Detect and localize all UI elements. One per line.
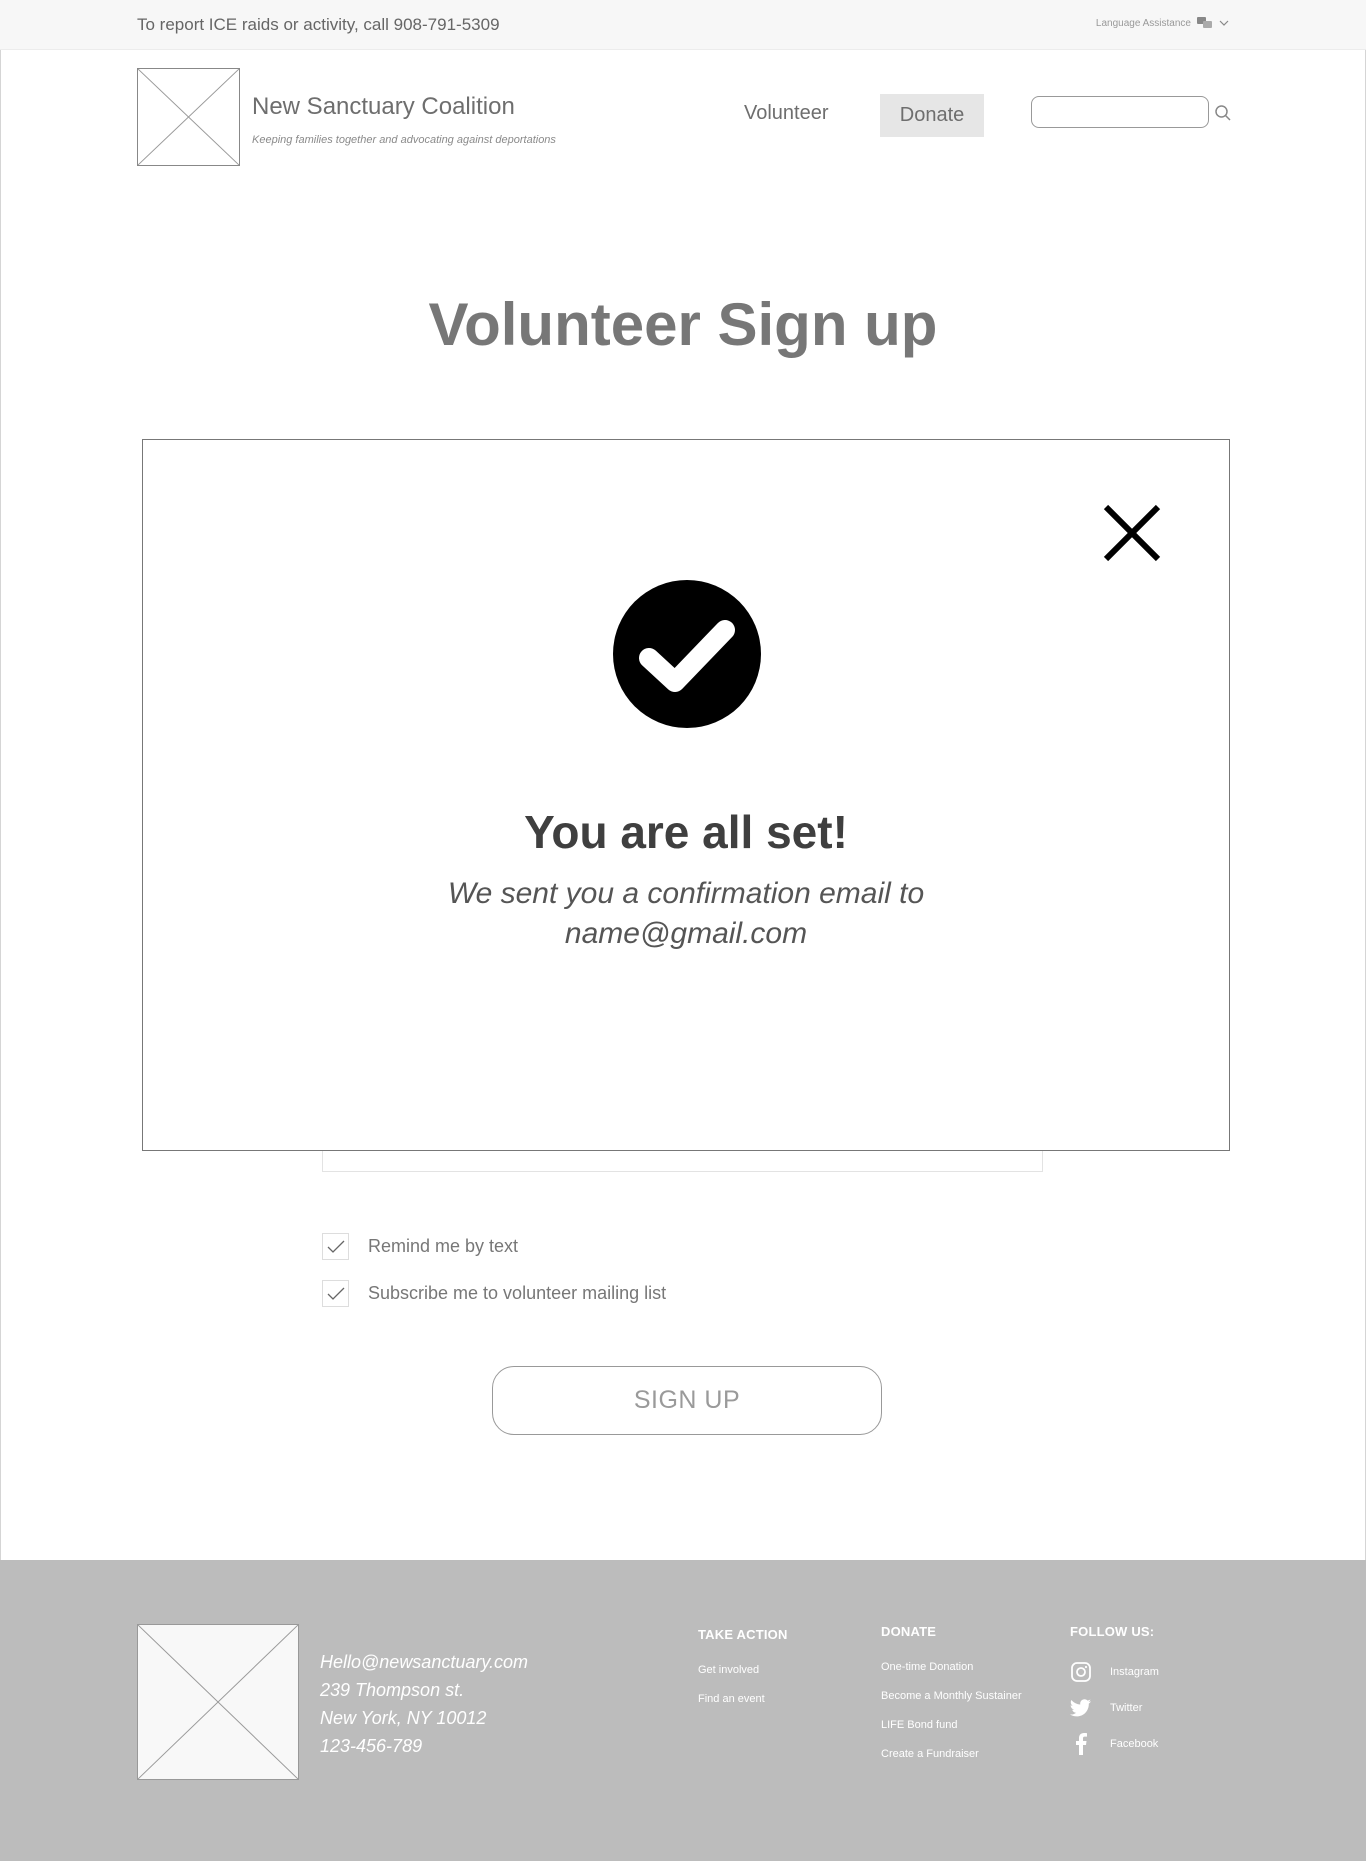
sign-up-button[interactable]: SIGN UP <box>492 1366 882 1435</box>
checkmark-icon <box>327 1287 344 1300</box>
footer-contact: Hello@newsanctuary.com 239 Thompson st. … <box>320 1648 528 1760</box>
footer-link-create-fundraiser[interactable]: Create a Fundraiser <box>881 1748 1022 1760</box>
language-assistance[interactable]: Language Assistance <box>1096 17 1229 29</box>
footer-phone: 123-456-789 <box>320 1736 423 1756</box>
footer: Hello@newsanctuary.com 239 Thompson st. … <box>0 1560 1366 1861</box>
footer-take-action: TAKE ACTION Get involved Find an event <box>698 1627 788 1722</box>
page-title: Volunteer Sign up <box>428 291 938 358</box>
modal-message-line1: We sent you a confirmation email to <box>447 877 925 910</box>
footer-logo-placeholder[interactable] <box>137 1624 299 1780</box>
chevron-down-icon <box>1219 20 1229 27</box>
subscribe-checkbox[interactable] <box>322 1280 349 1307</box>
brand-tagline: Keeping families together and advocating… <box>252 134 556 146</box>
modal-title: You are all set! <box>524 806 848 858</box>
modal-email: name@gmail.com <box>564 917 808 950</box>
footer-address-line2: New York, NY 10012 <box>320 1708 487 1728</box>
search-icon[interactable] <box>1214 104 1232 122</box>
check-circle-icon <box>613 580 761 728</box>
facebook-label: Facebook <box>1110 1738 1159 1750</box>
footer-link-monthly-sustainer[interactable]: Become a Monthly Sustainer <box>881 1690 1022 1702</box>
language-icon <box>1197 17 1213 29</box>
social-facebook[interactable]: Facebook <box>1070 1733 1159 1755</box>
footer-link-get-involved[interactable]: Get involved <box>698 1664 788 1676</box>
donate-heading: DONATE <box>881 1624 937 1639</box>
social-instagram[interactable]: Instagram <box>1070 1661 1159 1683</box>
remind-checkbox-row[interactable]: Remind me by text <box>322 1233 518 1260</box>
footer-donate: DONATE One-time Donation Become a Monthl… <box>881 1624 1022 1777</box>
top-bar: To report ICE raids or activity, call 90… <box>0 0 1366 50</box>
facebook-icon <box>1070 1733 1092 1755</box>
close-icon[interactable] <box>1103 504 1161 562</box>
subscribe-label: Subscribe me to volunteer mailing list <box>368 1283 667 1303</box>
ice-report-text: To report ICE raids or activity, call 90… <box>137 15 500 34</box>
footer-link-life-bond[interactable]: LIFE Bond fund <box>881 1719 1022 1731</box>
footer-email[interactable]: Hello@newsanctuary.com <box>320 1648 528 1676</box>
language-label: Language Assistance <box>1095 17 1191 29</box>
checkmark-icon <box>327 1240 344 1253</box>
search-input[interactable] <box>1031 96 1209 128</box>
social-twitter[interactable]: Twitter <box>1070 1697 1159 1719</box>
nav-volunteer[interactable]: Volunteer <box>744 102 829 125</box>
footer-link-one-time-donation[interactable]: One-time Donation <box>881 1661 1022 1673</box>
nav-donate-button[interactable]: Donate <box>880 94 984 137</box>
instagram-icon <box>1070 1661 1092 1683</box>
modal-message: We sent you a confirmation email to name… <box>143 874 1229 954</box>
remind-checkbox[interactable] <box>322 1233 349 1260</box>
take-action-heading: TAKE ACTION <box>698 1627 788 1642</box>
logo-placeholder[interactable] <box>137 68 240 166</box>
remind-label: Remind me by text <box>368 1236 519 1256</box>
footer-link-find-event[interactable]: Find an event <box>698 1693 788 1705</box>
twitter-icon <box>1070 1697 1092 1719</box>
subscribe-checkbox-row[interactable]: Subscribe me to volunteer mailing list <box>322 1280 666 1307</box>
brand-name[interactable]: New Sanctuary Coalition <box>252 93 515 121</box>
footer-follow-us: FOLLOW US: Instagram Twitter Facebook <box>1070 1624 1159 1769</box>
follow-heading: FOLLOW US: <box>1070 1624 1155 1639</box>
instagram-label: Instagram <box>1110 1666 1159 1678</box>
footer-address-line1: 239 Thompson st. <box>320 1680 465 1700</box>
confirmation-modal: You are all set! We sent you a confirmat… <box>142 439 1230 1151</box>
twitter-label: Twitter <box>1110 1702 1143 1714</box>
